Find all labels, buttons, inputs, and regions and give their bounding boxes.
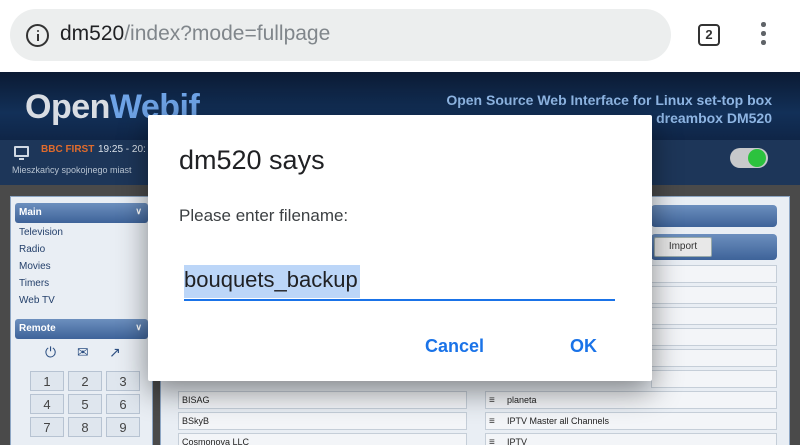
key-7[interactable]: 7 (30, 417, 64, 437)
list-item[interactable] (651, 370, 777, 388)
mail-icon[interactable]: ✉ (77, 345, 89, 361)
site-info-icon[interactable] (26, 24, 49, 47)
provider-row[interactable]: BSkyB (178, 412, 467, 430)
bouquet-row[interactable]: ≡ IPTV Master all Channels (485, 412, 777, 430)
nav-radio[interactable]: Radio (19, 244, 45, 255)
bouquet-row[interactable]: ≡ IPTV (485, 433, 777, 445)
toggle-switch[interactable] (730, 148, 768, 168)
fullscreen-icon[interactable]: ↗ (109, 345, 121, 361)
key-5[interactable]: 5 (68, 394, 102, 414)
key-4[interactable]: 4 (30, 394, 64, 414)
overflow-menu-icon[interactable] (753, 22, 773, 50)
drag-handle-icon: ≡ (489, 437, 495, 445)
drag-handle-icon: ≡ (489, 395, 495, 406)
provider-row[interactable]: Cosmonova LLC (178, 433, 467, 445)
key-9[interactable]: 9 (106, 417, 140, 437)
drag-handle-icon: ≡ (489, 416, 495, 427)
main-panel-header[interactable]: Main ∨ (15, 203, 148, 223)
list-item[interactable] (651, 265, 777, 283)
browser-toolbar: dm520/index?mode=fullpage 2 (0, 0, 800, 72)
content-header (651, 205, 777, 227)
prompt-dialog: dm520 says Please enter filename: Cancel… (148, 115, 652, 381)
list-item[interactable] (651, 307, 777, 325)
import-button[interactable]: Import (654, 237, 712, 257)
current-channel[interactable]: BBC FIRST (41, 144, 94, 155)
nav-webtv[interactable]: Web TV (19, 295, 55, 306)
remote-panel-header[interactable]: Remote ∨ (15, 319, 148, 339)
key-8[interactable]: 8 (68, 417, 102, 437)
dialog-title: dm520 says (179, 145, 325, 175)
tv-icon (14, 146, 29, 160)
tab-switcher-button[interactable]: 2 (698, 24, 720, 46)
filename-input[interactable] (184, 261, 615, 301)
url-text[interactable]: dm520/index?mode=fullpage (60, 22, 330, 46)
ok-button[interactable]: OK (570, 336, 597, 357)
bouquet-row[interactable]: ≡ planeta (485, 391, 777, 409)
list-item[interactable] (651, 328, 777, 346)
key-1[interactable]: 1 (30, 371, 64, 391)
dialog-message: Please enter filename: (179, 206, 349, 225)
nav-movies[interactable]: Movies (19, 261, 51, 272)
key-6[interactable]: 6 (106, 394, 140, 414)
header-device: dreambox DM520 (656, 110, 772, 126)
url-host: dm520 (60, 22, 125, 45)
key-2[interactable]: 2 (68, 371, 102, 391)
chevron-down-icon: ∨ (135, 322, 142, 332)
nav-timers[interactable]: Timers (19, 278, 49, 289)
remote-actions: ⏻ ✉ ↗ (45, 345, 135, 361)
list-item[interactable] (651, 286, 777, 304)
url-path: /index?mode=fullpage (124, 22, 331, 45)
import-toolbar: Import (651, 234, 777, 260)
address-bar[interactable]: dm520/index?mode=fullpage (10, 9, 671, 61)
chevron-down-icon: ∨ (135, 206, 142, 216)
sidebar: Main ∨ Television Radio Movies Timers Web… (10, 196, 153, 445)
current-time: 19:25 - 20: (98, 144, 146, 155)
key-3[interactable]: 3 (106, 371, 140, 391)
current-event: Mieszkańcy spokojnego miast (12, 165, 132, 175)
power-icon[interactable]: ⏻ (45, 345, 56, 361)
provider-row[interactable]: BISAG (178, 391, 467, 409)
header-tagline: Open Source Web Interface for Linux set-… (446, 92, 772, 108)
list-item[interactable] (651, 349, 777, 367)
nav-television[interactable]: Television (19, 227, 63, 238)
cancel-button[interactable]: Cancel (425, 336, 484, 357)
